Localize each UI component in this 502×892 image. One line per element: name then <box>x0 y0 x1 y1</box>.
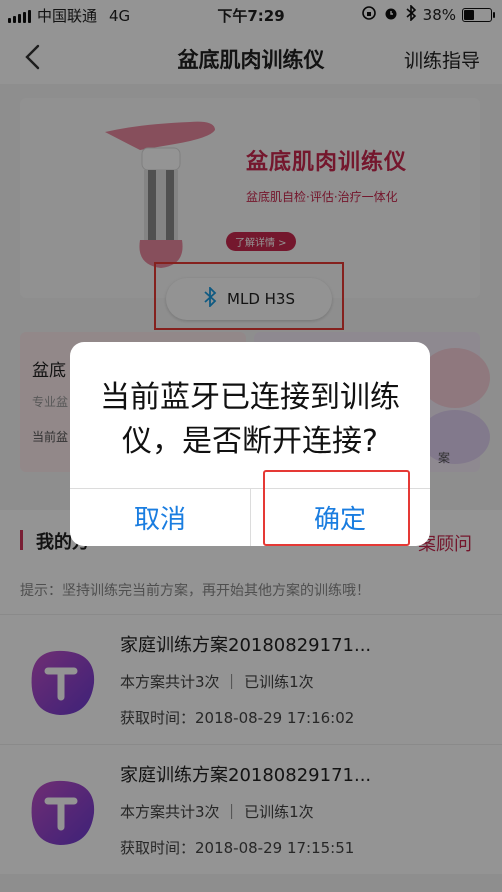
highlight-frame <box>263 470 410 546</box>
cancel-button[interactable]: 取消 <box>70 489 250 546</box>
dialog-message: 当前蓝牙已连接到训练仪，是否断开连接? <box>100 380 400 459</box>
